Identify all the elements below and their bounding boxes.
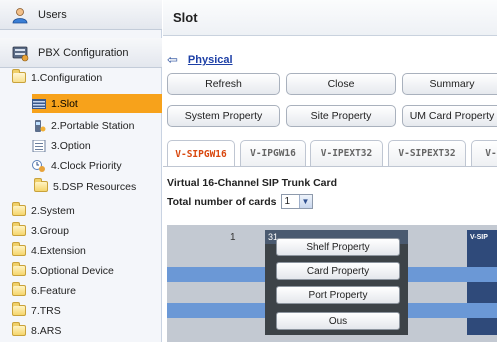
users-icon	[10, 5, 30, 25]
tree-item-trs[interactable]: 7.TRS	[12, 301, 162, 320]
card-count-label: Total number of cards	[167, 195, 277, 208]
card-slot-label: V-SIP	[470, 234, 488, 241]
folder-icon	[12, 302, 26, 316]
slot-icon	[32, 98, 46, 110]
tree-item-label: 2.Portable Station	[51, 119, 135, 132]
tree-item-ars[interactable]: 8.ARS	[12, 321, 162, 340]
tree-item-label: 2.System	[31, 204, 75, 217]
pbx-configuration-icon	[10, 43, 30, 63]
um-card-property-button[interactable]: UM Card Property	[402, 105, 497, 127]
tree-item-label: 7.TRS	[31, 304, 61, 317]
tab-v-sipext32[interactable]: V-SIPEXT32	[388, 140, 466, 166]
chevron-down-icon[interactable]: ▼	[298, 195, 312, 208]
tree-item-label: 3.Option	[51, 139, 91, 152]
tree-item-label: 4.Extension	[31, 244, 86, 257]
slot-bar	[467, 267, 497, 282]
ous-button[interactable]: Ous	[276, 312, 400, 330]
shelf-property-button[interactable]: Shelf Property	[276, 238, 400, 256]
folder-icon	[12, 262, 26, 276]
main-panel: Slot ⇦ Physical Refresh Close Summary Sy…	[163, 0, 497, 342]
summary-button[interactable]: Summary	[402, 73, 497, 95]
port-property-button[interactable]: Port Property	[276, 286, 400, 304]
slot-number: 1	[230, 232, 236, 243]
tree-item-label: 5.DSP Resources	[53, 180, 137, 193]
navigation-sidebar: Users PBX Configuration 1.Configuration	[0, 0, 162, 342]
slot-bar	[467, 303, 497, 318]
card-property-button[interactable]: Card Property	[276, 262, 400, 280]
clock-priority-icon	[32, 159, 46, 172]
tree-item-clock-priority[interactable]: 4.Clock Priority	[32, 156, 162, 175]
tab-v-sipgw16[interactable]: V-SIPGW16	[167, 140, 235, 167]
folder-icon	[12, 282, 26, 296]
tree-item-group[interactable]: 3.Group	[12, 221, 162, 240]
users-label: Users	[38, 8, 67, 21]
card-count-value: 1	[284, 196, 291, 207]
shelf-view: 1 2 3 31 Shelf Property Card Property Po…	[167, 225, 497, 342]
tree-item-configuration[interactable]: 1.Configuration	[12, 68, 162, 87]
folder-icon	[12, 202, 26, 216]
folder-icon	[34, 178, 48, 192]
card-count-select[interactable]: 1 ▼	[280, 194, 313, 209]
tree-item-label: 1.Configuration	[31, 71, 103, 84]
users-nav[interactable]: Users	[0, 0, 162, 30]
pbx-configuration-nav[interactable]: PBX Configuration	[0, 38, 162, 68]
tree-item-label: 8.ARS	[31, 324, 62, 337]
refresh-button[interactable]: Refresh	[167, 73, 280, 95]
site-property-button[interactable]: Site Property	[286, 105, 396, 127]
portable-station-icon	[32, 119, 46, 132]
tree-item-option[interactable]: 3.Option	[32, 136, 162, 155]
page-title: Slot	[173, 10, 198, 25]
card-name: Virtual 16-Channel SIP Trunk Card	[167, 177, 337, 189]
tree-item-label: 3.Group	[31, 224, 69, 237]
close-button[interactable]: Close	[286, 73, 396, 95]
tree-item-label: 5.Optional Device	[31, 264, 114, 277]
tree-item-label: 6.Feature	[31, 284, 76, 297]
folder-icon	[12, 242, 26, 256]
card-type-tabs: V-SIPGW16 V-IPGW16 V-IPEXT32 V-SIPEXT32 …	[167, 140, 497, 167]
main-header: Slot	[163, 0, 497, 36]
tree-item-optional-device[interactable]: 5.Optional Device	[12, 261, 162, 280]
tab-overflow[interactable]: V-	[471, 140, 497, 166]
tree-item-system[interactable]: 2.System	[12, 201, 162, 220]
tab-divider	[163, 166, 497, 167]
tree-item-extension[interactable]: 4.Extension	[12, 241, 162, 260]
card-count-row: Total number of cards 1 ▼	[167, 194, 313, 209]
option-icon	[32, 139, 46, 152]
physical-link[interactable]: Physical	[188, 54, 233, 66]
back-arrow-icon[interactable]: ⇦	[167, 52, 178, 68]
folder-icon	[12, 222, 26, 236]
tree-item-label: 1.Slot	[51, 97, 78, 110]
tree-item-feature[interactable]: 6.Feature	[12, 281, 162, 300]
pbx-configuration-label: PBX Configuration	[38, 46, 129, 59]
breadcrumb: ⇦ Physical	[167, 52, 233, 68]
tree-item-portable-station[interactable]: 2.Portable Station	[32, 116, 162, 135]
tab-v-ipext32[interactable]: V-IPEXT32	[310, 140, 383, 166]
card-slot-v-sip[interactable]: V-SIP	[467, 230, 497, 335]
tree-item-label: 4.Clock Priority	[51, 159, 122, 172]
tree-item-dsp-resources[interactable]: 5.DSP Resources	[34, 177, 162, 196]
folder-open-icon	[12, 69, 26, 83]
folder-icon	[12, 322, 26, 336]
tree-item-slot[interactable]: 1.Slot	[32, 94, 162, 113]
system-property-button[interactable]: System Property	[167, 105, 280, 127]
tab-v-ipgw16[interactable]: V-IPGW16	[240, 140, 306, 166]
